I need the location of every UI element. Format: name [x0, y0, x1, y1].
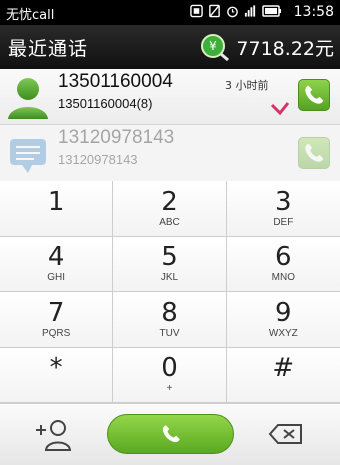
balance-amount: 7718.22元: [236, 37, 334, 60]
notification-icon: [190, 4, 203, 18]
key-7[interactable]: 7 PQRS: [0, 292, 114, 348]
message-icon: [10, 139, 46, 173]
missed-call-icon: [270, 102, 290, 116]
key-1[interactable]: 1: [0, 181, 114, 237]
contact-avatar-icon: [8, 78, 48, 119]
call-log-item[interactable]: 13120978143 13120978143: [0, 125, 340, 181]
key-letters: ABC: [159, 216, 180, 228]
status-icons: [190, 4, 282, 18]
key-0[interactable]: 0 +: [113, 347, 227, 403]
action-bar: [0, 403, 340, 465]
call-log-item[interactable]: 13501160004 13501160004(8) 3 小时前: [0, 69, 340, 125]
key-digit: 3: [275, 186, 292, 217]
balance-search-icon: ¥: [201, 34, 230, 61]
no-sim-icon: [209, 4, 220, 18]
backspace-icon[interactable]: [268, 422, 304, 446]
key-digit: #: [272, 353, 295, 384]
key-letters: DEF: [273, 216, 294, 228]
call-button[interactable]: [298, 79, 330, 111]
signal-icon: [244, 5, 256, 17]
balance[interactable]: ¥ 7718.22元: [200, 33, 334, 61]
key-letters: JKL: [160, 272, 179, 284]
key-digit: 1: [47, 186, 65, 217]
call-detail: 13501160004(8): [58, 96, 153, 111]
dial-button[interactable]: [107, 414, 234, 454]
phone-icon: [305, 143, 324, 162]
call-log-list: 13501160004 13501160004(8) 3 小时前 1312097…: [0, 69, 340, 181]
dial-keypad: 1 2 ABC 3 DEF 4 GHI 5 JKL 6 MNO 7 PQRS 8 TUV 9W…: [0, 181, 340, 403]
call-number: 13501160004: [58, 71, 173, 92]
key-digit: *: [49, 353, 63, 384]
header: 最近通话 ¥ 7718.22元: [0, 25, 340, 69]
key-digit: 6: [275, 242, 292, 273]
add-contact-icon[interactable]: [34, 418, 72, 452]
call-detail: 13120978143: [58, 152, 138, 167]
phone-icon: [162, 425, 180, 443]
key-digit: 9: [275, 297, 292, 328]
key-letters: MNO: [271, 272, 295, 284]
key-digit: 0: [161, 353, 178, 384]
call-number: 13120978143: [58, 127, 175, 148]
key-letters: WXYZ: [268, 327, 298, 339]
key-star[interactable]: *: [0, 347, 114, 403]
key-9[interactable]: 9 WXYZ: [226, 292, 340, 348]
battery-icon: [262, 5, 281, 17]
key-8[interactable]: 8 TUV: [113, 292, 227, 348]
key-digit: 5: [161, 242, 178, 273]
key-digit: 7: [47, 297, 65, 328]
key-2[interactable]: 2 ABC: [113, 181, 227, 237]
key-digit: 4: [47, 242, 65, 273]
key-hash[interactable]: #: [226, 347, 340, 403]
svg-text:¥: ¥: [210, 39, 218, 53]
page-title: 最近通话: [8, 38, 89, 60]
key-6[interactable]: 6 MNO: [226, 236, 340, 292]
key-letters: +: [166, 383, 173, 395]
key-5[interactable]: 5 JKL: [113, 236, 227, 292]
key-3[interactable]: 3 DEF: [226, 181, 340, 237]
key-letters: GHI: [47, 272, 66, 284]
call-time: 3 小时前: [225, 79, 269, 92]
carrier-label: 无忧call: [6, 8, 55, 23]
alarm-icon: [227, 6, 238, 18]
key-digit: 2: [161, 186, 178, 217]
key-digit: 8: [161, 297, 178, 328]
status-bar: 无忧call 13:58: [0, 0, 340, 25]
call-button[interactable]: [298, 137, 330, 169]
key-letters: TUV: [159, 327, 180, 339]
clock: 13:58: [293, 4, 334, 20]
key-letters: PQRS: [41, 327, 71, 339]
phone-icon: [305, 85, 324, 104]
key-4[interactable]: 4 GHI: [0, 236, 114, 292]
